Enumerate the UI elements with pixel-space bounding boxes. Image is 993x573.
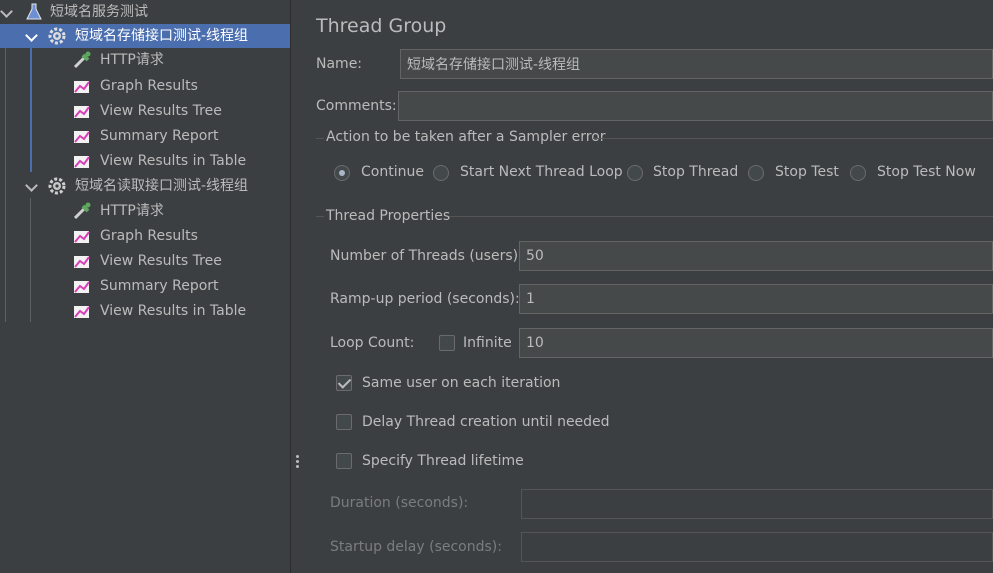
separator [593, 138, 993, 139]
comments-label: Comments: [316, 98, 397, 114]
chevron-down-icon[interactable] [25, 179, 38, 192]
checkbox-indicator[interactable] [439, 335, 455, 351]
tree-item-label: 短域名读取接口测试-线程组 [75, 178, 249, 194]
thread-properties-legend: Thread Properties [326, 208, 451, 224]
tree-item-label: View Results in Table [100, 153, 247, 169]
checkbox-label: Infinite [463, 335, 512, 351]
tree-item-label: HTTP请求 [100, 52, 164, 68]
chart-listener-icon [74, 306, 90, 318]
tree-item-summary-report[interactable]: Summary Report [0, 124, 290, 148]
splitter-grip-dot [296, 455, 299, 458]
loop-count-label: Loop Count: [330, 335, 415, 351]
tree-item-label: View Results Tree [100, 103, 222, 119]
duration-input[interactable] [521, 489, 993, 519]
radio-indicator[interactable] [748, 165, 764, 181]
chart-listener-icon [74, 81, 90, 93]
rampup-label: Ramp-up period (seconds): [330, 291, 520, 307]
loop-count-input[interactable] [519, 328, 993, 358]
chevron-down-icon[interactable] [25, 29, 38, 42]
radio-indicator[interactable] [627, 165, 643, 181]
chart-listener-icon [74, 256, 90, 268]
chart-listener-icon [74, 156, 90, 168]
thread-group-panel: Thread Group Name: Comments: Action to b… [303, 0, 993, 573]
separator [316, 138, 324, 139]
radio-indicator[interactable] [433, 165, 449, 181]
threads-label: Number of Threads (users): [330, 248, 523, 264]
chevron-down-icon[interactable] [0, 5, 13, 18]
tree-item-thread-group-2[interactable]: 短域名读取接口测试-线程组 [0, 174, 290, 198]
tree-item-test-plan[interactable]: 短域名服务测试 [0, 0, 290, 24]
tree-item-label: 短域名服务测试 [50, 4, 148, 20]
tree-item-label: 短域名存储接口测试-线程组 [75, 28, 249, 44]
splitter-grip-dot [296, 465, 299, 468]
comments-input[interactable] [398, 91, 993, 121]
pipette-icon [73, 202, 91, 220]
tree-item-label: View Results Tree [100, 253, 222, 269]
chart-listener-icon [74, 131, 90, 143]
tree-item-label: View Results in Table [100, 303, 247, 319]
tree-item-label: Summary Report [100, 278, 219, 294]
rampup-input[interactable] [519, 284, 993, 314]
pane-splitter[interactable] [290, 0, 304, 573]
gear-icon [48, 27, 66, 45]
threads-input[interactable] [519, 241, 993, 271]
sampler-error-legend: Action to be taken after a Sampler error [326, 129, 606, 145]
checkbox-label: Delay Thread creation until needed [362, 414, 610, 430]
tree-item-view-results-table[interactable]: View Results in Table [0, 149, 290, 173]
checkbox-label: Same user on each iteration [362, 375, 561, 391]
separator [449, 216, 993, 217]
radio-label: Stop Test Now [877, 164, 976, 180]
chart-listener-icon [74, 281, 90, 293]
name-input[interactable] [400, 49, 993, 79]
checkbox-indicator[interactable] [336, 375, 352, 391]
checkbox-label: Specify Thread lifetime [362, 453, 524, 469]
gear-icon [48, 177, 66, 195]
tree-item-label: Summary Report [100, 128, 219, 144]
chart-listener-icon [74, 106, 90, 118]
checkbox-indicator[interactable] [336, 453, 352, 469]
page-title: Thread Group [316, 15, 447, 37]
tree-item-thread-group-1[interactable]: 短域名存储接口测试-线程组 [0, 24, 290, 48]
splitter-grip-dot [296, 460, 299, 463]
tree-item-view-results-table[interactable]: View Results in Table [0, 299, 290, 323]
radio-label: Continue [361, 164, 424, 180]
tree-item-summary-report[interactable]: Summary Report [0, 274, 290, 298]
radio-indicator[interactable] [850, 165, 866, 181]
tree-item-label: Graph Results [100, 78, 198, 94]
tree-item-view-results-tree[interactable]: View Results Tree [0, 249, 290, 273]
separator [316, 216, 324, 217]
checkbox-indicator[interactable] [336, 414, 352, 430]
radio-indicator[interactable] [334, 165, 350, 181]
flask-icon [26, 3, 42, 20]
tree-item-graph-results[interactable]: Graph Results [0, 74, 290, 98]
tree-item-graph-results[interactable]: Graph Results [0, 224, 290, 248]
tree-item-label: HTTP请求 [100, 203, 164, 219]
duration-label: Duration (seconds): [330, 495, 469, 511]
chart-listener-icon [74, 231, 90, 243]
tree-item-http-request[interactable]: HTTP请求 [0, 48, 290, 72]
radio-label: Start Next Thread Loop [460, 164, 623, 180]
tree-item-label: Graph Results [100, 228, 198, 244]
name-label: Name: [316, 56, 363, 72]
tree-item-http-request[interactable]: HTTP请求 [0, 199, 290, 223]
startup-delay-input[interactable] [521, 532, 993, 562]
radio-label: Stop Test [775, 164, 839, 180]
radio-label: Stop Thread [653, 164, 739, 180]
tree-item-view-results-tree[interactable]: View Results Tree [0, 99, 290, 123]
pipette-icon [73, 51, 91, 69]
test-plan-tree[interactable]: 短域名服务测试 短域名存储接口测试-线程组 HTTP请求 Graph Resul… [0, 0, 290, 573]
startup-delay-label: Startup delay (seconds): [330, 539, 502, 555]
